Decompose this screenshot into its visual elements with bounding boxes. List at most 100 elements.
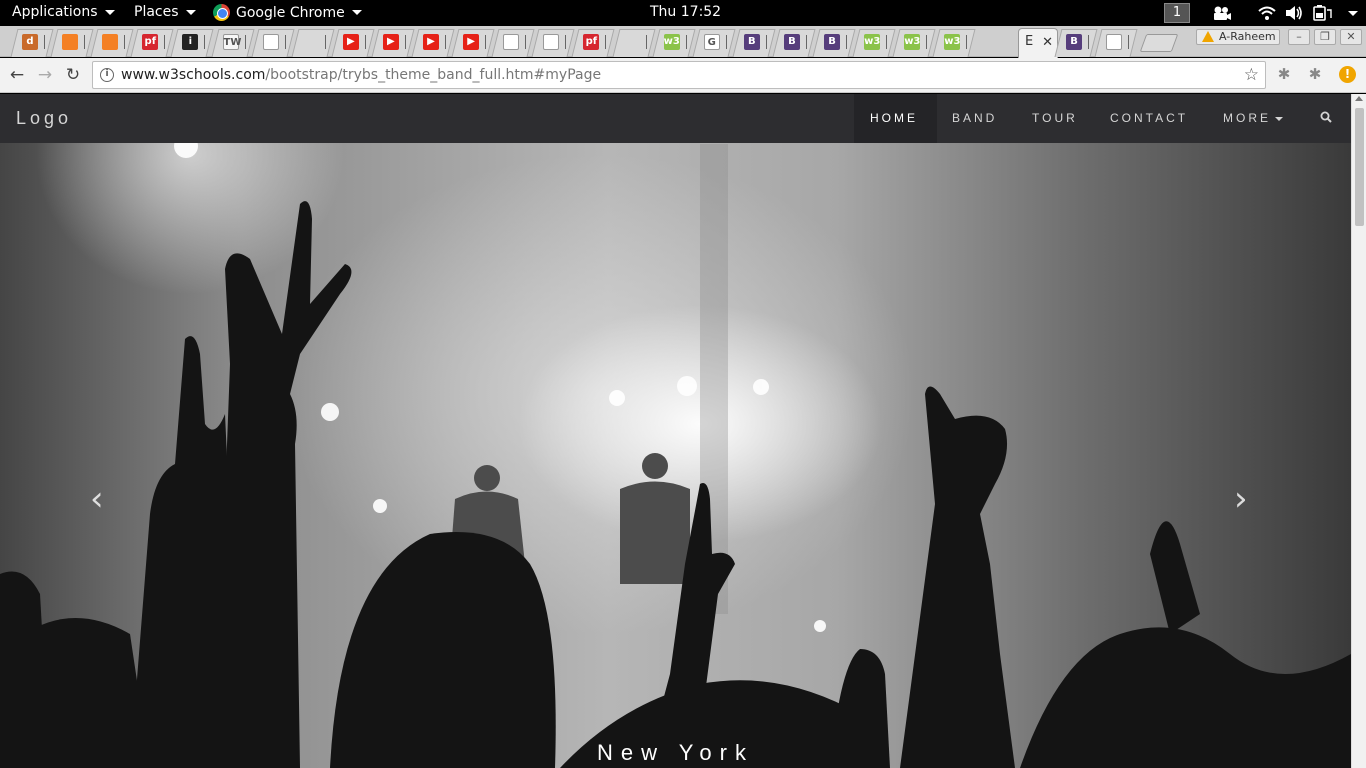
youtube-icon: ▶ [463, 34, 480, 50]
bootstrap-icon: B [783, 34, 800, 50]
wifi-icon[interactable] [1258, 5, 1276, 21]
camera-icon[interactable] [1212, 5, 1232, 21]
page-icon [503, 34, 520, 50]
tab-title-fragment [846, 35, 849, 49]
extension-puzzle-icon[interactable]: ✱ [1306, 65, 1324, 83]
tab-title-fragment [44, 35, 47, 49]
tab-title-fragment [645, 35, 649, 49]
profile-name: A-Raheem [1219, 30, 1276, 43]
tab-title-fragment [725, 35, 729, 49]
carousel-caption: New York [597, 740, 754, 765]
tab-title-fragment [124, 35, 127, 49]
workspace-indicator[interactable]: 1 [1164, 3, 1190, 23]
tab-title-fragment [284, 35, 288, 49]
w3schools-icon: w3 [944, 34, 961, 50]
nav-contact[interactable]: CONTACT [1110, 111, 1188, 125]
bootstrap-icon: B [743, 34, 760, 50]
close-window-button[interactable]: ✕ [1340, 29, 1362, 45]
tab-title-fragment [605, 35, 608, 49]
scroll-up-arrow[interactable] [1355, 96, 1363, 101]
tab-title-fragment [1088, 35, 1091, 49]
nav-more-dropdown[interactable]: MORE [1223, 111, 1283, 125]
web-page: ‹ › New York Logo HOME BAND TOUR CONTACT… [0, 94, 1351, 768]
page-icon [1106, 34, 1122, 50]
url-host: www.w3schools.com [121, 67, 266, 83]
active-app-menu[interactable]: Google Chrome [213, 4, 362, 21]
stackoverflow-icon [62, 34, 79, 50]
youtube-icon: ▶ [342, 34, 359, 50]
concert-crowd-illustration [0, 134, 1351, 768]
nav-band[interactable]: BAND [952, 111, 997, 125]
profile-button[interactable]: A-Raheem [1196, 29, 1280, 45]
volume-icon[interactable] [1285, 5, 1303, 21]
tab-title-fragment [1128, 35, 1131, 49]
page-icon [262, 34, 279, 50]
clock[interactable]: Thu 17:52 [650, 4, 721, 20]
applications-label: Applications [12, 4, 98, 20]
carousel-prev-arrow[interactable]: ‹ [90, 479, 104, 519]
bootstrap-icon: B [824, 34, 840, 50]
url-path: /bootstrap/trybs_theme_band_full.htm#myP… [265, 67, 602, 83]
site-navbar: Logo HOME BAND TOUR CONTACT MORE [0, 94, 1351, 143]
tab-title-fragment [244, 35, 248, 49]
w3schools-icon: w3 [663, 34, 680, 50]
youtube-icon: ▶ [382, 34, 399, 50]
tab-title-fragment [485, 35, 488, 49]
nav-tour[interactable]: TOUR [1032, 111, 1078, 125]
tab-title-fragment [324, 35, 328, 49]
chevron-down-icon [104, 9, 115, 15]
power-menu-icon[interactable] [1348, 11, 1358, 16]
stackoverflow-dark-icon: d [22, 34, 38, 50]
places-label: Places [134, 4, 179, 20]
places-menu[interactable]: Places [134, 4, 196, 20]
tab-title-fragment [445, 35, 448, 49]
active-tab[interactable]: E ✕ [1018, 28, 1058, 58]
forward-button[interactable]: → [34, 64, 56, 86]
page-icon [543, 34, 560, 50]
info-icon[interactable]: i [100, 68, 114, 82]
tab-title-fragment [204, 35, 207, 49]
close-icon[interactable]: ✕ [1042, 35, 1053, 50]
chevron-down-icon [1275, 116, 1283, 121]
stackoverflow-icon [102, 34, 119, 50]
tab-title-fragment [84, 35, 87, 49]
minimize-button[interactable]: – [1288, 29, 1310, 45]
audio-icon [302, 34, 319, 50]
active-app-label: Google Chrome [236, 4, 345, 21]
chrome-menu-alert-icon[interactable]: ! [1339, 66, 1356, 83]
active-tab-title: E [1025, 34, 1034, 49]
browser-tab-strip: d pf i TW ▶ ▶ ▶ ▶ pf w3 G B B Bw3 w3 w3 E ✕ B A-Raheem … [0, 26, 1366, 58]
system-top-bar: Applications Places Google Chrome Thu 17… [0, 0, 1366, 26]
scrollbar-thumb[interactable] [1355, 108, 1364, 226]
applications-menu[interactable]: Applications [12, 4, 115, 20]
battery-icon[interactable] [1313, 5, 1333, 21]
warning-icon [1202, 31, 1214, 42]
new-tab-button[interactable] [1139, 34, 1179, 52]
nav-more-label: MORE [1223, 111, 1271, 125]
site-logo[interactable]: Logo [16, 108, 72, 129]
reload-button[interactable]: ↻ [62, 64, 84, 86]
tab-title-fragment [765, 35, 769, 49]
bootstrap-icon: B [1066, 34, 1082, 50]
page-scrollbar[interactable] [1351, 94, 1366, 768]
url-text[interactable]: www.w3schools.com/bootstrap/trybs_theme_… [121, 67, 601, 83]
dark-i-icon: i [182, 34, 199, 50]
bookmark-star-icon[interactable]: ☆ [1244, 65, 1259, 85]
address-bar[interactable]: i www.w3schools.com/bootstrap/trybs_them… [92, 61, 1266, 89]
nav-home[interactable]: HOME [870, 111, 918, 125]
extension-puzzle-icon[interactable]: ✱ [1275, 65, 1293, 83]
blank-tab [623, 34, 640, 50]
tw-icon: TW [222, 34, 241, 50]
maximize-button[interactable]: ❐ [1314, 29, 1336, 45]
youtube-icon: ▶ [423, 34, 439, 50]
tab-title-fragment [805, 35, 809, 49]
back-button[interactable]: ← [6, 64, 28, 86]
chevron-down-icon [185, 9, 196, 15]
chevron-down-icon [351, 10, 362, 15]
tab-title-fragment [966, 35, 969, 49]
tab-title-fragment [404, 35, 408, 49]
tab-title-fragment [525, 35, 528, 49]
carousel-next-arrow[interactable]: › [1234, 479, 1248, 519]
search-icon[interactable] [1320, 111, 1332, 123]
google-icon: G [703, 34, 720, 50]
